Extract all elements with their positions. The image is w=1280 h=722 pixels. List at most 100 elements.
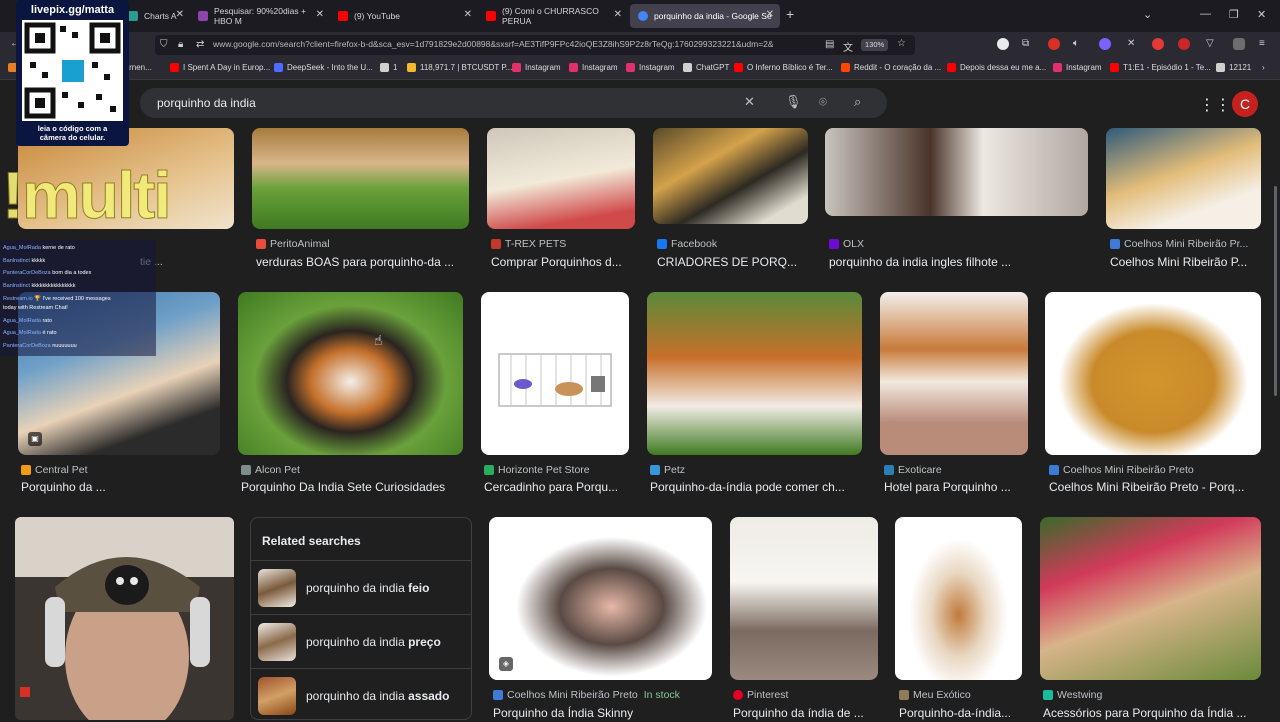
more-bookmarks-icon[interactable]: ›: [1262, 63, 1265, 72]
search-box[interactable]: porquinho da india ✕ 🎙︎ ⌾ ⌕: [140, 88, 887, 118]
lock-icon[interactable]: 🔒︎: [178, 39, 183, 50]
result-source[interactable]: Coelhos Mini Ribeirão Pr...: [1110, 238, 1248, 250]
result-title[interactable]: Coelhos Mini Ribeirão Preto - Porq...: [1049, 480, 1259, 494]
extension-icon[interactable]: [1099, 38, 1111, 50]
maximize-icon[interactable]: ❐: [1229, 8, 1239, 21]
result-title[interactable]: Porquinho da índia de ...: [733, 706, 878, 720]
result-title[interactable]: Comprar Porquinhos d...: [491, 255, 636, 269]
clear-search-icon[interactable]: ✕: [744, 94, 755, 110]
result-image[interactable]: ◈: [489, 517, 712, 680]
result-source[interactable]: Facebook: [657, 238, 717, 250]
result-title[interactable]: Acessórios para Porquinho da Índia ...: [1043, 706, 1261, 720]
result-source[interactable]: Coelhos Mini Ribeirão Preto In stock: [493, 689, 680, 701]
result-image[interactable]: [647, 292, 862, 455]
result-source[interactable]: Petz: [650, 464, 685, 476]
bookmark-item[interactable]: 118,971.7 | BTCUSDT P...: [407, 63, 512, 72]
related-search-item[interactable]: porquinho da india preço: [251, 614, 471, 668]
translate-icon[interactable]: 文: [843, 39, 853, 54]
result-source[interactable]: Westwing: [1043, 689, 1102, 701]
bookmark-item[interactable]: Instagram: [1053, 63, 1102, 72]
result-title[interactable]: Cercadinho para Porqu...: [484, 480, 634, 494]
bookmark-folder[interactable]: 1: [380, 63, 397, 72]
result-source[interactable]: Meu Exótico: [899, 689, 971, 701]
extension-icon[interactable]: [997, 38, 1009, 50]
result-source[interactable]: Alcon Pet: [241, 464, 300, 476]
minimize-icon[interactable]: —: [1200, 8, 1211, 20]
bookmark-star-icon[interactable]: ☆: [897, 38, 906, 49]
close-tab-icon[interactable]: ✕: [464, 9, 472, 20]
tab-google-active[interactable]: porquinho da india - Google Se ✕: [630, 4, 780, 28]
tab-list-icon[interactable]: ⌄: [1143, 8, 1152, 21]
search-icon[interactable]: ⌕: [854, 94, 861, 110]
result-image[interactable]: [730, 517, 878, 680]
result-image[interactable]: [238, 292, 463, 455]
menu-icon[interactable]: ≡: [1259, 38, 1265, 49]
bookmark-item[interactable]: T1:E1 - Episódio 1 - Te...: [1110, 63, 1211, 72]
result-title[interactable]: Hotel para Porquinho ...: [884, 480, 1034, 494]
bookmark-item[interactable]: I Spent A Day in Europ...: [170, 63, 270, 72]
tab-youtube[interactable]: (9) YouTube ✕: [330, 4, 478, 28]
extension-icon[interactable]: ✕: [1127, 38, 1135, 49]
close-window-icon[interactable]: ✕: [1257, 8, 1266, 21]
tab-charts[interactable]: Charts A ✕: [120, 4, 190, 28]
result-image[interactable]: [825, 128, 1088, 216]
close-tab-icon[interactable]: ✕: [316, 9, 324, 20]
result-source[interactable]: Central Pet: [21, 464, 88, 476]
result-image[interactable]: [1040, 517, 1261, 680]
extension-icon[interactable]: [1178, 38, 1190, 50]
shield-icon[interactable]: ⛉: [160, 39, 168, 50]
close-tab-icon[interactable]: ✕: [176, 9, 184, 20]
extensions-puzzle-icon[interactable]: ⧉: [1022, 38, 1029, 49]
extension-badge-icon[interactable]: [1048, 38, 1060, 50]
adblock-icon[interactable]: [1152, 38, 1164, 50]
tab-pesquisar[interactable]: Pesquisar: 90%20dias + HBO M ✕: [190, 4, 330, 28]
reader-view-icon[interactable]: ▤: [825, 39, 834, 50]
new-tab-button[interactable]: +: [786, 6, 794, 22]
bookmark-folder[interactable]: 12121: [1216, 63, 1251, 72]
result-title[interactable]: Porquinho da ...: [21, 480, 221, 494]
tab-churrasco[interactable]: (9) Comi o CHURRASCO PERUA ✕: [478, 4, 628, 28]
result-source[interactable]: OLX: [829, 238, 864, 250]
search-input[interactable]: porquinho da india: [157, 96, 256, 110]
close-tab-icon[interactable]: ✕: [766, 9, 774, 20]
result-image[interactable]: [1106, 128, 1261, 229]
result-image[interactable]: [895, 517, 1022, 680]
page-scrollbar[interactable]: [1274, 186, 1277, 396]
result-image[interactable]: [653, 128, 808, 224]
bookmark-item[interactable]: ChatGPT: [683, 63, 729, 72]
bookmark-item[interactable]: Instagram: [512, 63, 561, 72]
result-source[interactable]: PeritoAnimal: [256, 238, 330, 250]
profile-avatar[interactable]: C: [1232, 91, 1258, 117]
result-image[interactable]: [481, 292, 629, 455]
result-source[interactable]: Coelhos Mini Ribeirão Preto: [1049, 464, 1194, 476]
result-image[interactable]: [487, 128, 635, 229]
speaker-icon[interactable]: 🔈︎: [1073, 38, 1079, 49]
bookmark-item[interactable]: Depois dessa eu me a...: [947, 63, 1046, 72]
bookmark-item[interactable]: O Inferno Bíblico é Ter...: [734, 63, 833, 72]
result-source[interactable]: Pinterest: [733, 689, 788, 701]
lens-icon[interactable]: ⌾: [819, 94, 827, 110]
result-source[interactable]: Horizonte Pet Store: [484, 464, 590, 476]
result-title[interactable]: CRIADORES DE PORQ...: [657, 255, 817, 269]
result-source[interactable]: Exoticare: [884, 464, 942, 476]
close-tab-icon[interactable]: ✕: [614, 9, 622, 20]
related-search-item[interactable]: porquinho da india assado: [251, 668, 471, 722]
result-title[interactable]: verduras BOAS para porquinho-da ...: [256, 255, 466, 269]
result-title[interactable]: Porquinho-da-índia...: [899, 706, 1024, 720]
url-text[interactable]: www.google.com/search?client=firefox-b-d…: [213, 39, 773, 49]
bookmark-item[interactable]: Reddit - O coração da ...: [841, 63, 941, 72]
result-title[interactable]: Porquinho Da India Sete Curiosidades: [241, 480, 466, 494]
result-title[interactable]: Porquinho-da-índia pode comer ch...: [650, 480, 865, 494]
bookmark-item[interactable]: DeepSeek - Into the U...: [274, 63, 373, 72]
related-search-item[interactable]: porquinho da india feio: [251, 560, 471, 614]
permissions-icon[interactable]: ⇄: [196, 39, 204, 50]
result-title[interactable]: porquinho da india ingles filhote ...: [829, 255, 1089, 269]
voice-search-icon[interactable]: 🎙︎: [785, 94, 802, 110]
filter-icon[interactable]: ▽: [1206, 38, 1214, 49]
extension-off-icon[interactable]: [1233, 38, 1245, 50]
url-bar[interactable]: ⛉ 🔒︎ ⇄ www.google.com/search?client=fire…: [155, 35, 915, 55]
zoom-level[interactable]: 130%: [861, 39, 889, 51]
result-title[interactable]: Porquinho da Índia Skinny: [493, 706, 713, 720]
result-source[interactable]: T-REX PETS: [491, 238, 566, 250]
bookmark-item[interactable]: Instagram: [569, 63, 618, 72]
